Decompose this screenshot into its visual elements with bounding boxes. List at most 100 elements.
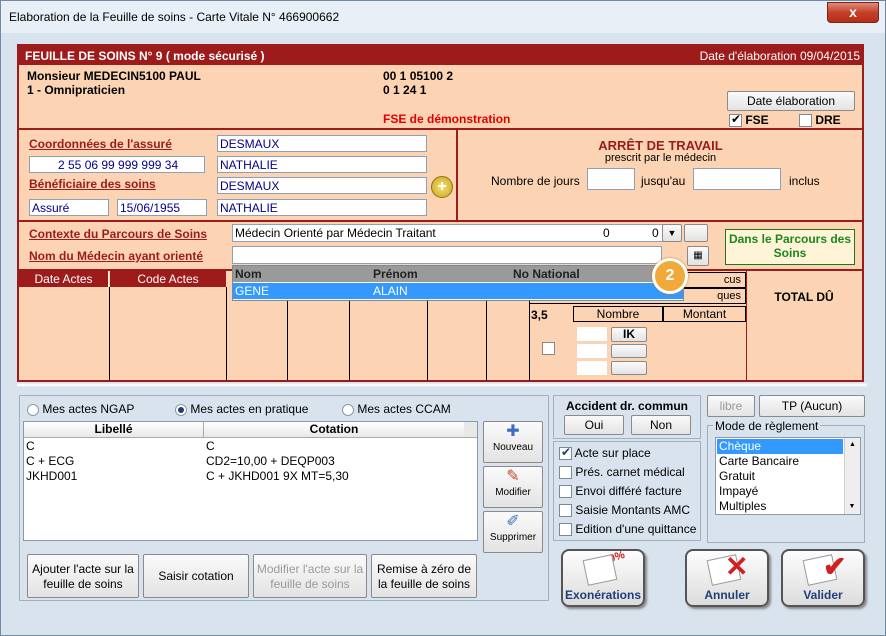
nir-field[interactable]: 2 55 06 99 999 999 34 [29, 156, 205, 173]
list-row[interactable]: JKHD001 C + JKHD001 9X MT=5,30 [24, 469, 477, 484]
date-elaboration-button[interactable]: Date élaboration [727, 91, 855, 111]
medecin-oriente-link[interactable]: Nom du Médecin ayant orienté [29, 249, 203, 263]
reglement-list[interactable]: Chèque Carte Bancaire Gratuit Impayé Mul… [715, 437, 861, 515]
coord-assure-link[interactable]: Coordonnées de l'assuré [29, 137, 172, 151]
quality-field[interactable]: Assuré [29, 199, 109, 216]
radio-ccam[interactable] [342, 403, 354, 416]
accident-title: Accident dr. commun [565, 399, 689, 413]
nouveau-button[interactable]: ✚ Nouveau [483, 421, 543, 463]
fse-label: FSE [745, 113, 769, 127]
reglement-option[interactable]: Carte Bancaire [717, 454, 843, 469]
valider-button[interactable]: ✔ Valider [781, 549, 865, 607]
tp-button[interactable]: TP (Aucun) [759, 395, 865, 417]
envoi-checkbox[interactable]: Envoi différé facture [559, 484, 682, 499]
quittance-checkbox[interactable]: Edition d'une quittance [559, 522, 697, 537]
sur-place-checkbox[interactable]: ✔ Acte sur place [559, 445, 651, 461]
modifier-button[interactable]: ✎ Modifier [483, 466, 543, 508]
quittance-check[interactable] [559, 523, 572, 537]
add-icon[interactable]: + [431, 176, 453, 198]
nombre-field-2[interactable] [577, 344, 607, 358]
arret-subtitle: prescrit par le médecin [604, 152, 717, 164]
oui-button[interactable]: Oui [564, 415, 624, 435]
valider-label: Valider [803, 588, 843, 602]
benef-firstname-field[interactable]: NATHALIE [217, 199, 427, 216]
fse-check-box[interactable]: ✔ [729, 112, 742, 128]
medecin-oriente-field[interactable] [232, 246, 662, 264]
filter-ccam[interactable]: Mes actes CCAM [342, 402, 451, 416]
calendar-icon[interactable]: ▦ [687, 246, 709, 266]
parcours-n2: 0 [652, 226, 659, 240]
carnet-check[interactable] [559, 466, 572, 480]
reglement-option[interactable]: Multiples [717, 499, 843, 514]
dropdown-row[interactable]: GENE ALAIN [233, 283, 683, 299]
sur-place-label: Acte sur place [574, 446, 651, 460]
row-button-2[interactable] [611, 344, 647, 358]
saisie-amc-label: Saisie Montants AMC [575, 503, 691, 517]
scroll-down-icon[interactable]: ▼ [845, 500, 859, 514]
saisie-amc-checkbox[interactable]: Saisie Montants AMC [559, 503, 691, 518]
row-button-3[interactable] [611, 361, 647, 375]
annuler-button[interactable]: ✕ Annuler [685, 549, 769, 607]
parcours-select[interactable]: Médecin Orienté par Médecin Traitant 0 0 [232, 224, 678, 242]
scroll-up-icon[interactable]: ▲ [845, 438, 860, 452]
supprimer-button[interactable]: ✐ Supprimer [483, 511, 543, 553]
reglement-option[interactable]: Impayé [717, 484, 843, 499]
modifier-acte-button[interactable]: Modifier l'acte sur la feuille de soins [253, 554, 367, 598]
parcours-link[interactable]: Contexte du Parcours de Soins [29, 227, 207, 241]
days-label: Nombre de jours [491, 174, 580, 188]
title-bar: Elaboration de la Feuille de soins - Car… [1, 1, 885, 33]
elaboration-date: Date d'élaboration 09/04/2015 [699, 49, 860, 63]
list-row[interactable]: CC [24, 439, 477, 454]
partial-header-1: cus [723, 274, 741, 286]
libre-button[interactable]: libre [707, 395, 755, 417]
reglement-option[interactable]: Chèque [717, 439, 843, 454]
carnet-checkbox[interactable]: Prés. carnet médical [559, 465, 685, 480]
days-field[interactable] [587, 168, 635, 190]
doctor-code1: 00 1 05100 2 [383, 69, 454, 83]
filter-ccam-label: Mes actes CCAM [357, 402, 451, 416]
col-prenom: Prénom [373, 267, 418, 281]
list-row[interactable]: C + ECG CD2=10,00 + DEQP003 [24, 454, 477, 469]
parcours-extra-button[interactable] [684, 224, 708, 242]
row-libelle: C [26, 439, 35, 453]
remise-zero-button[interactable]: Remise à zéro de la feuille de soins [371, 554, 477, 598]
reglement-option[interactable]: Gratuit [717, 469, 843, 484]
until-field[interactable] [693, 168, 781, 190]
fse-checkbox[interactable]: ✔ FSE [729, 112, 769, 128]
close-button[interactable]: x [827, 2, 879, 23]
saisir-cotation-button[interactable]: Saisir cotation [143, 554, 249, 598]
dre-checkbox[interactable]: DRE [799, 113, 841, 128]
parcours-dropdown-button[interactable]: ▼ [662, 224, 682, 242]
dob-field[interactable]: 15/06/1955 [117, 199, 207, 216]
splitter[interactable] [17, 382, 867, 388]
filter-ngap[interactable]: Mes actes NGAP [27, 402, 134, 416]
radio-pratique[interactable] [175, 403, 187, 416]
line-checkbox[interactable] [542, 342, 555, 355]
benef-lastname-field[interactable]: DESMAUX [217, 177, 427, 194]
insured-firstname-field[interactable]: NATHALIE [217, 156, 427, 173]
total-du: TOTAL DÛ [774, 290, 834, 304]
quittance-label: Edition d'une quittance [575, 522, 697, 536]
beneficiaire-link[interactable]: Bénéficiaire des soins [29, 177, 156, 191]
ik-button[interactable]: IK [611, 327, 647, 342]
row-cotation: C + JKHD001 9X MT=5,30 [206, 469, 349, 483]
nombre-field-3[interactable] [577, 361, 607, 375]
feuille-panel: FEUILLE DE SOINS N° 9 ( mode sécurisé ) … [17, 44, 864, 382]
doctor-code2: 0 1 24 1 [383, 83, 427, 97]
col-sep [226, 287, 227, 380]
scrollbar[interactable]: ▲ ▼ [844, 438, 860, 514]
sur-place-check[interactable]: ✔ [559, 445, 572, 461]
exonerations-button[interactable]: 100% Exonérations [561, 549, 645, 607]
radio-ngap[interactable] [27, 403, 39, 416]
saisie-amc-check[interactable] [559, 504, 572, 518]
ajouter-acte-button[interactable]: Ajouter l'acte sur la feuille de soins [27, 554, 139, 598]
non-button[interactable]: Non [631, 415, 691, 435]
ik-field[interactable] [577, 327, 607, 341]
dre-check-box[interactable] [799, 114, 812, 128]
filter-pratique[interactable]: Mes actes en pratique [175, 402, 308, 416]
row-libelle: C + ECG [26, 454, 75, 468]
envoi-check[interactable] [559, 485, 572, 499]
row-nom: GENE [235, 284, 270, 298]
doctor-specialty: 1 - Omnipraticien [27, 83, 126, 97]
insured-lastname-field[interactable]: DESMAUX [217, 135, 427, 152]
